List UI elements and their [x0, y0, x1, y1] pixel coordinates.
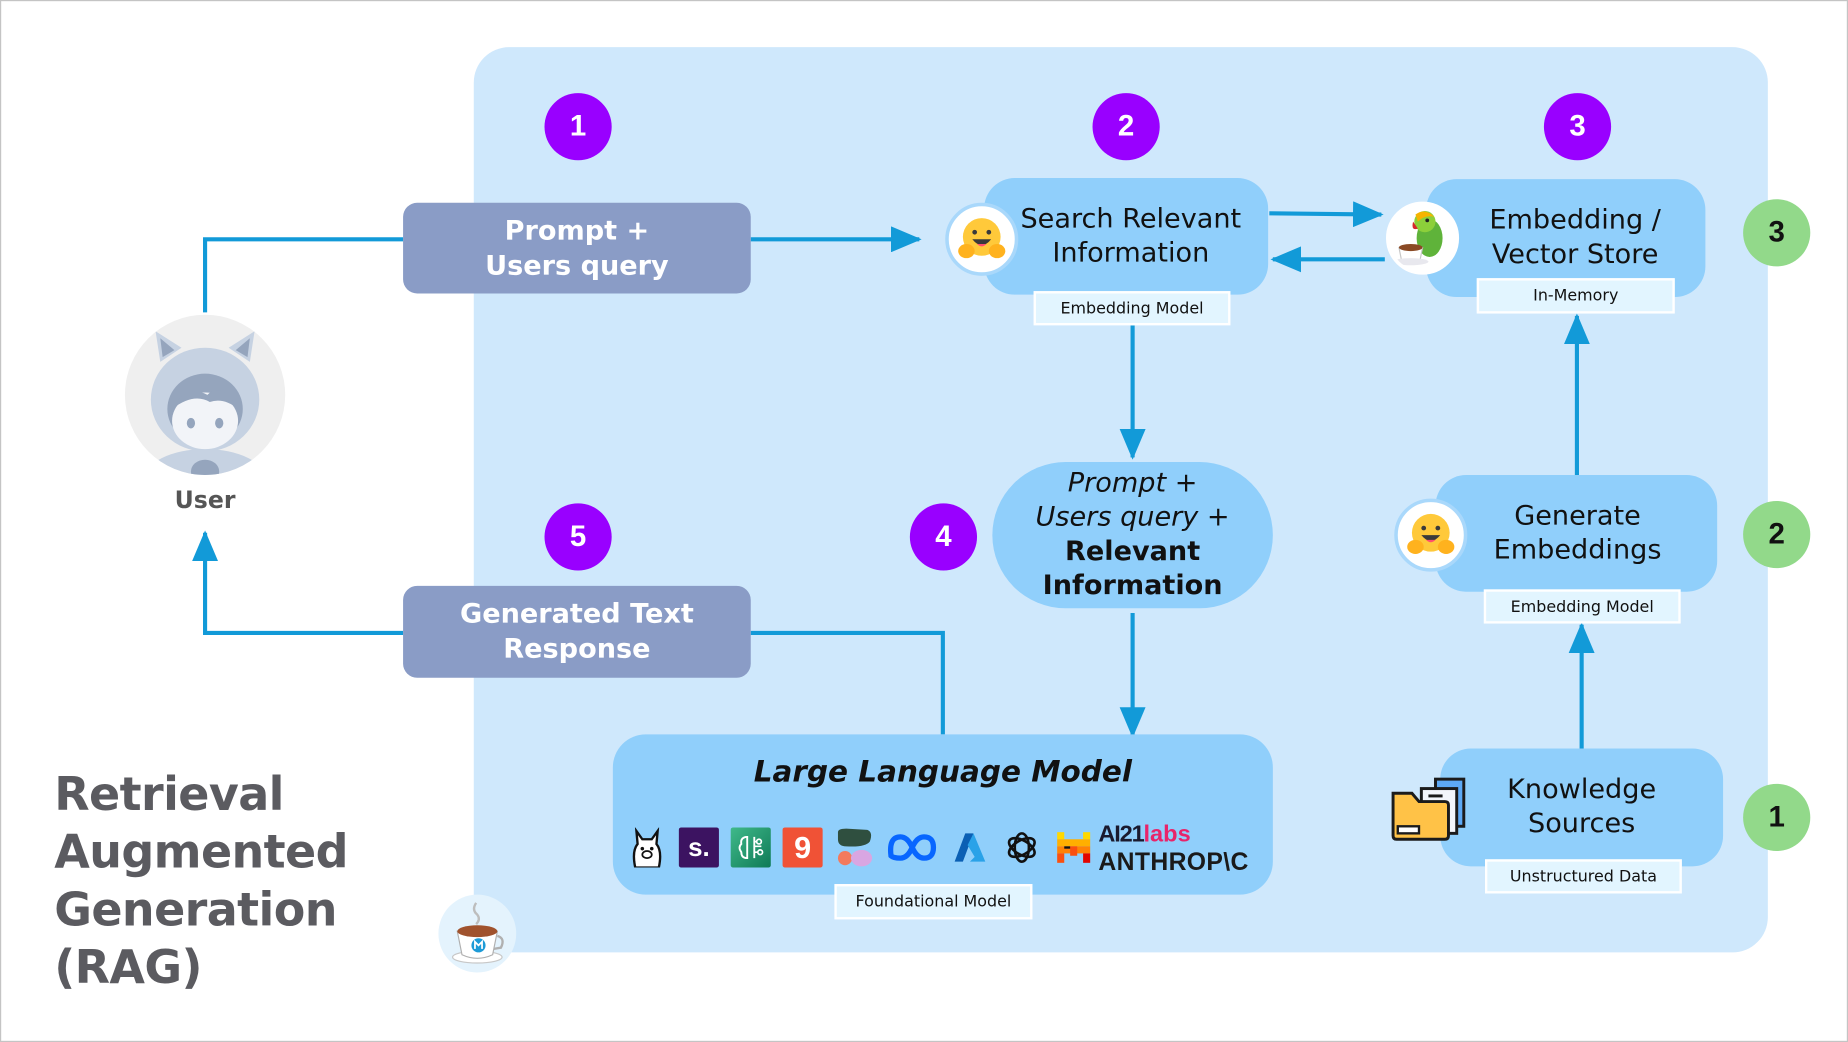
ingest-step-badge-3: 3 [1743, 199, 1811, 267]
mulesoft-coffee-icon [438, 894, 517, 973]
diagram-title: Retrieval Augmented Generation (RAG) [54, 768, 348, 995]
openai-logo-icon [1002, 827, 1042, 867]
meta-logo-icon [886, 827, 938, 867]
anthropic-logo: ANTHROP\C [1098, 848, 1249, 876]
embeddings-model-tag: Embedding Model [1483, 589, 1681, 624]
ingest-step-badge-2: 2 [1743, 500, 1811, 569]
arrow-search-to-store [1269, 201, 1384, 228]
search-relevant-box: Search Relevant Information [984, 177, 1269, 295]
hugging-face-icon [1394, 498, 1468, 572]
arrow-user-to-prompt [203, 237, 404, 313]
vector-store-tag: In-Memory [1476, 278, 1675, 314]
astro-avatar-icon [144, 331, 266, 476]
azure-logo-icon [950, 827, 990, 867]
augmented-prompt-box: Prompt + Users query + Relevant Informat… [992, 462, 1273, 609]
mistral-logo-icon [1054, 827, 1094, 867]
step-badge-5: 5 [544, 503, 612, 571]
step-badge-3: 3 [1543, 93, 1612, 161]
gradient-logo-icon: 9 [782, 827, 823, 868]
ollama-logo-icon [627, 827, 667, 868]
ingest-step-badge-1: 1 [1743, 783, 1811, 852]
hugging-face-icon [945, 202, 1019, 276]
step-badge-2: 2 [1092, 93, 1160, 161]
prompt-query-box: Prompt + Users query [403, 202, 751, 294]
user-avatar [124, 314, 286, 476]
rag-diagram: 1 2 3 4 5 3 2 1 User Prompt + Users quer… [0, 0, 1848, 1042]
arrow-llm-to-response [750, 630, 945, 735]
parrot-teacup-icon [1385, 201, 1460, 275]
folder-documents-icon [1391, 774, 1471, 842]
provider-logos: s. 9 [627, 823, 1094, 873]
ai-brain-logo-icon [730, 827, 771, 868]
knowledge-sources-box: Knowledge Sources [1440, 748, 1724, 867]
step-badge-4: 4 [909, 503, 978, 571]
generate-embeddings-box: Generate Embeddings [1435, 475, 1718, 592]
stability-logo-icon: s. [678, 827, 719, 868]
knowledge-sources-tag: Unstructured Data [1484, 859, 1682, 894]
groq-logo-icon [834, 827, 874, 867]
llm-title: Large Language Model [753, 754, 1132, 789]
arrow-response-to-user [192, 530, 404, 636]
search-model-tag: Embedding Model [1033, 291, 1231, 326]
llm-model-tag: Foundational Model [834, 884, 1033, 920]
generated-response-box: Generated Text Response [403, 585, 751, 678]
ai21-anthropic-logos: AI21labs ANTHROP\C [1098, 822, 1248, 876]
step-badge-1: 1 [544, 93, 612, 161]
user-label: User [174, 485, 236, 514]
ai21labs-logo: AI21labs [1098, 821, 1191, 848]
